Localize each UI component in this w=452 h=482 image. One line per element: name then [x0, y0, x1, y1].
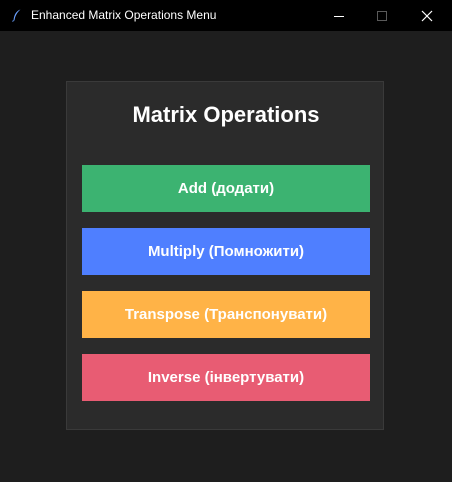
- app-window: Enhanced Matrix Operations Menu Matrix O…: [0, 0, 452, 482]
- maximize-button[interactable]: [359, 0, 405, 31]
- window-title: Enhanced Matrix Operations Menu: [31, 8, 217, 22]
- page-title: Matrix Operations: [132, 102, 320, 127]
- close-icon: [421, 10, 433, 21]
- minimize-button[interactable]: [316, 0, 362, 31]
- transpose-button[interactable]: Transpose (Транспонувати): [82, 291, 370, 338]
- title-bar[interactable]: Enhanced Matrix Operations Menu: [0, 0, 452, 31]
- add-button[interactable]: Add (додати): [82, 165, 370, 212]
- inverse-button[interactable]: Inverse (інвертувати): [82, 354, 370, 401]
- minimize-icon: [334, 15, 344, 17]
- maximize-icon: [377, 10, 387, 21]
- close-button[interactable]: [404, 0, 450, 31]
- feather-icon: [12, 9, 21, 22]
- multiply-button[interactable]: Multiply (Помножити): [82, 228, 370, 275]
